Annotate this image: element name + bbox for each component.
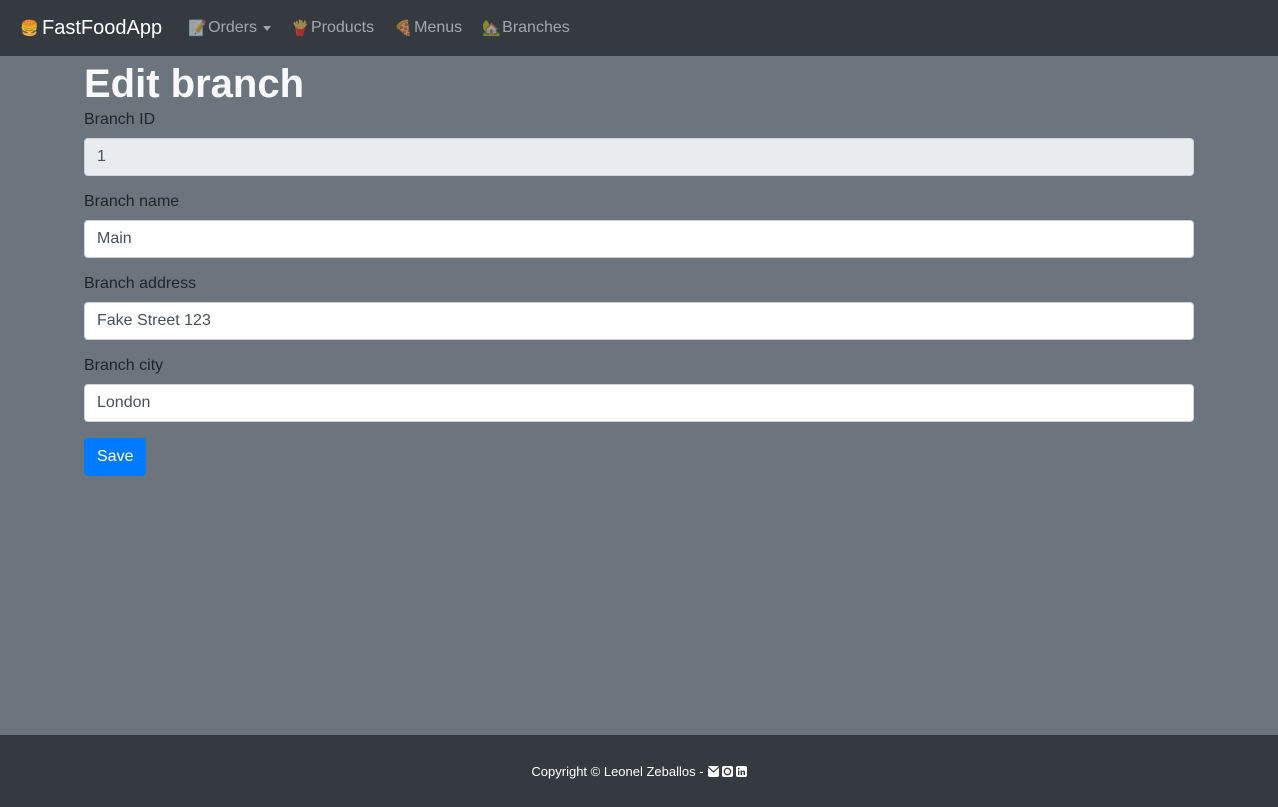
footer: Copyright © Leonel Zeballos - xyxy=(0,735,1278,807)
caret-down-icon xyxy=(262,25,271,31)
nav-item-label: Orders xyxy=(208,19,257,36)
branch-address-input[interactable] xyxy=(84,302,1194,340)
nav-item-products[interactable]: 🍟 Products xyxy=(291,11,384,45)
branch-name-group: Branch name xyxy=(84,192,1194,258)
brand-label: FastFoodApp xyxy=(42,16,163,39)
branch-id-input[interactable] xyxy=(84,138,1194,176)
burger-icon: 🍔 xyxy=(20,19,39,37)
nav-item-menus[interactable]: 🍕 Menus xyxy=(394,11,472,45)
copyright-text: Copyright © Leonel Zeballos - xyxy=(531,763,704,779)
nav-item-branches[interactable]: 🏡 Branches xyxy=(482,11,580,45)
branch-id-group: Branch ID xyxy=(84,110,1194,176)
nav-item-label: Branches xyxy=(502,19,570,36)
pizza-icon: 🍕 xyxy=(394,19,413,37)
house-icon: 🏡 xyxy=(482,19,501,37)
github-icon[interactable] xyxy=(721,765,733,777)
branch-address-label: Branch address xyxy=(84,275,197,292)
main-content: Edit branch Branch ID Branch name Branch… xyxy=(84,56,1194,476)
fries-icon: 🍟 xyxy=(290,19,310,37)
branch-name-input[interactable] xyxy=(84,220,1194,258)
linkedin-icon[interactable] xyxy=(735,765,747,777)
navbar: 🍔 FastFoodApp 📝 Orders 🍟 Products 🍕 Menu… xyxy=(0,0,1278,56)
branch-city-input[interactable] xyxy=(84,384,1194,422)
envelope-icon[interactable] xyxy=(707,765,719,777)
branch-city-group: Branch city xyxy=(84,356,1194,422)
brand-link[interactable]: 🍔 FastFoodApp xyxy=(20,17,162,40)
save-button[interactable]: Save xyxy=(84,438,147,476)
branch-id-label: Branch ID xyxy=(84,111,156,128)
memo-icon: 📝 xyxy=(188,19,207,37)
branch-address-group: Branch address xyxy=(84,274,1194,340)
branch-name-label: Branch name xyxy=(84,193,180,210)
footer-icons xyxy=(707,765,747,777)
nav-menu: 📝 Orders 🍟 Products 🍕 Menus 🏡 Branches xyxy=(188,11,590,45)
nav-item-label: Products xyxy=(310,19,375,36)
nav-item-label: Menus xyxy=(414,19,463,36)
page-title: Edit branch xyxy=(84,62,305,106)
branch-city-label: Branch city xyxy=(84,357,164,374)
nav-item-orders[interactable]: 📝 Orders xyxy=(188,11,281,45)
